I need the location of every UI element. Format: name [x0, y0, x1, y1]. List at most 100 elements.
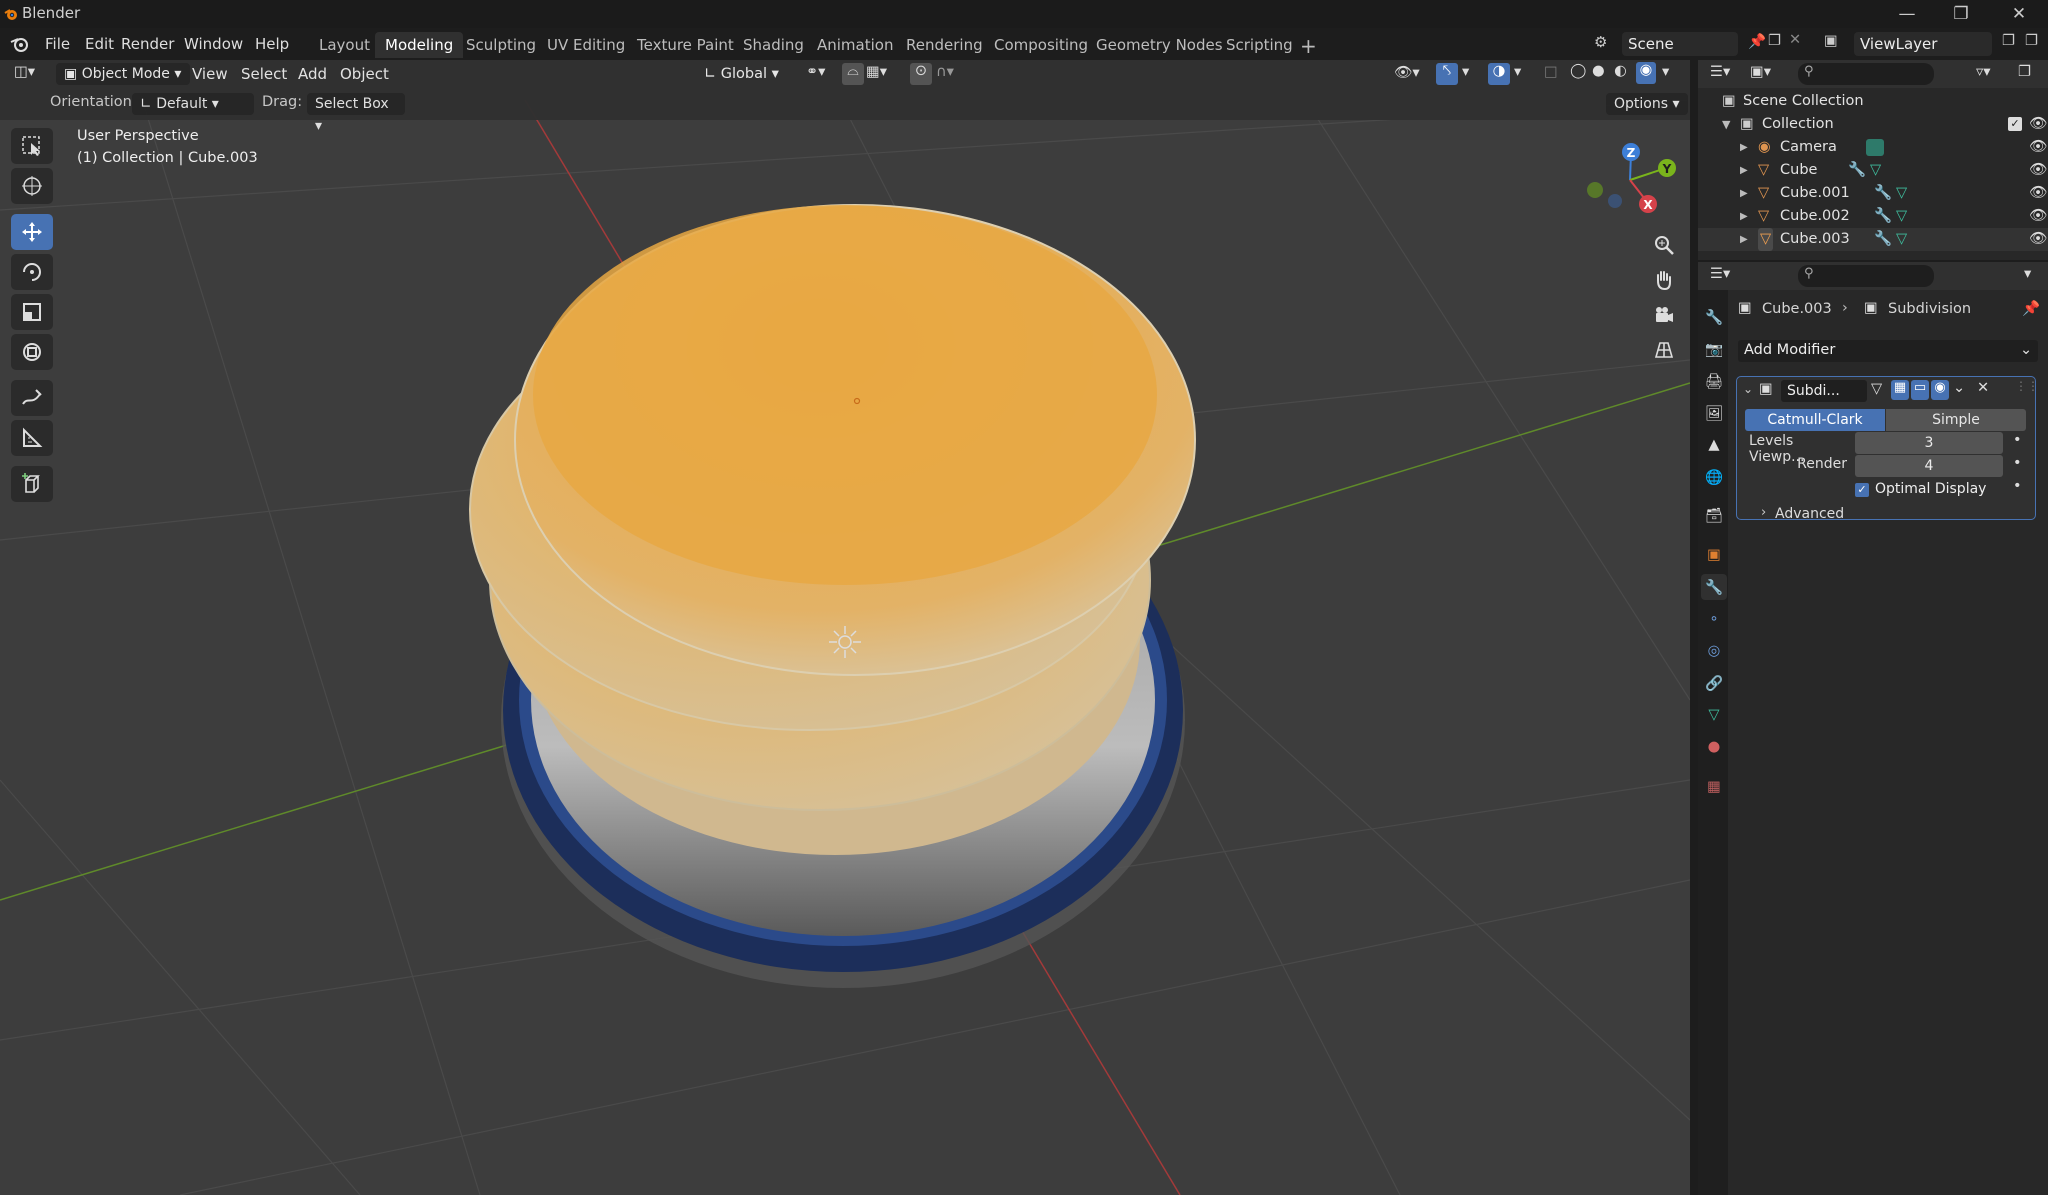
shading-rendered-icon[interactable]: ◉	[1636, 62, 1656, 84]
new-collection-icon[interactable]: ❐	[2018, 64, 2031, 80]
visibility-eye-icon[interactable]: 👁	[2029, 228, 2047, 251]
tab-shading[interactable]: Shading	[733, 32, 814, 58]
scene-name-field[interactable]: Scene	[1622, 32, 1738, 56]
tab-modeling[interactable]: Modeling	[375, 32, 464, 58]
modifier-wrench-icon[interactable]: 🔧	[1874, 182, 1892, 205]
viewport-toggle-icon[interactable]: ▭	[1911, 380, 1929, 400]
blender-menu-icon[interactable]	[10, 36, 30, 52]
transform-tool[interactable]	[11, 334, 53, 370]
outliner-row-scene-collection[interactable]: ▣ Scene Collection	[1698, 90, 2048, 113]
measure-tool[interactable]	[11, 420, 53, 456]
output-tab-icon[interactable]: 🖨	[1701, 368, 1727, 394]
add-cube-tool[interactable]	[11, 466, 53, 502]
visibility-eye-icon[interactable]: 👁	[2029, 136, 2047, 159]
cage-toggle-icon[interactable]: ▦	[1891, 380, 1909, 400]
view-layer-tab-icon[interactable]: 🖼	[1701, 400, 1727, 426]
expand-icon[interactable]: ▶	[1740, 205, 1748, 228]
ortho-toggle-icon[interactable]	[1647, 333, 1681, 367]
tab-uv-editing[interactable]: UV Editing	[537, 32, 635, 58]
outliner-search-input[interactable]: ⚲	[1798, 63, 1934, 85]
tab-sculpting[interactable]: Sculpting	[456, 32, 546, 58]
drag-dropdown[interactable]: Select Box ▾	[307, 93, 405, 134]
shading-wireframe-icon[interactable]: ◯	[1570, 63, 1586, 79]
restore-icon[interactable]: ❐	[1934, 0, 1988, 28]
object-tab-icon[interactable]: ▣	[1701, 542, 1727, 568]
tab-geometry-nodes[interactable]: Geometry Nodes	[1086, 32, 1233, 58]
navigation-gizmo[interactable]: Z Y X	[1575, 135, 1685, 225]
outliner-row-cube-001[interactable]: ▶ ▽ Cube.001 🔧 ▽ 👁	[1698, 182, 2048, 205]
gizmo-neg-y-axis[interactable]	[1587, 182, 1603, 198]
mesh-data-icon[interactable]: ▽	[1896, 205, 1907, 228]
expand-icon[interactable]: ▶	[1740, 136, 1748, 159]
minimize-icon[interactable]: —	[1880, 0, 1934, 28]
pan-hand-icon[interactable]	[1647, 263, 1681, 297]
exclude-checkbox[interactable]: ✓	[2008, 117, 2022, 131]
viewport-menu-add[interactable]: Add	[292, 62, 333, 86]
constraints-tab-icon[interactable]: 🔗	[1701, 670, 1727, 696]
add-workspace-icon[interactable]: +	[1300, 34, 1317, 58]
data-tab-icon[interactable]: ▽	[1701, 702, 1727, 728]
view-layer-selector[interactable]: ▣ ViewLayer ❐ ❐	[1820, 31, 2048, 57]
modifier-wrench-icon[interactable]: 🔧	[1874, 228, 1892, 251]
move-tool[interactable]	[11, 214, 53, 250]
outliner-row-collection[interactable]: ▼ ▣ Collection ✓ 👁	[1698, 113, 2048, 136]
shading-material-icon[interactable]: ◐	[1614, 63, 1627, 79]
modifier-wrench-icon[interactable]: 🔧	[1874, 205, 1892, 228]
pin-icon[interactable]: 📌	[1748, 33, 1766, 50]
menu-help[interactable]: Help	[248, 32, 296, 56]
collection-tab-icon[interactable]: 🗃	[1701, 502, 1727, 528]
scene-tab-icon[interactable]: ▲	[1701, 432, 1727, 458]
snap-toggle-icon[interactable]: ⌓	[842, 63, 864, 85]
xray-toggle-icon[interactable]: □	[1544, 64, 1558, 80]
mesh-data-icon[interactable]: ▽	[1870, 159, 1881, 182]
filter-icon[interactable]: ▿▾	[1976, 64, 1991, 80]
shading-solid-icon[interactable]: ●	[1592, 63, 1605, 79]
shading-dropdown-icon[interactable]: ▾	[1662, 64, 1669, 80]
scale-tool[interactable]	[11, 294, 53, 330]
menu-window[interactable]: Window	[177, 32, 250, 56]
viewport-scene[interactable]	[0, 60, 1690, 1195]
tab-layout[interactable]: Layout	[309, 32, 380, 58]
expand-icon[interactable]: ▶	[1740, 228, 1748, 251]
gizmo-toggle-icon[interactable]: ⤣	[1436, 63, 1458, 85]
properties-search-input[interactable]: ⚲	[1798, 265, 1934, 287]
add-modifier-button[interactable]: Add Modifier ⌄	[1738, 340, 2038, 362]
keyframe-dot-icon[interactable]: •	[2013, 455, 2022, 471]
3d-viewport[interactable]	[0, 60, 1690, 1195]
expand-icon[interactable]: ▶	[1740, 159, 1748, 182]
overlay-dropdown-icon[interactable]: ▾	[1514, 64, 1521, 80]
mesh-data-icon[interactable]: ▽	[1896, 228, 1907, 251]
viewport-menu-view[interactable]: View	[186, 62, 234, 86]
visibility-selectability-icon[interactable]: 👁▾	[1394, 64, 1420, 81]
levels-viewport-field[interactable]: 3	[1855, 432, 2003, 454]
tool-tab-icon[interactable]: 🔧	[1701, 304, 1727, 330]
drag-handle-icon[interactable]: ⋮⋮	[2015, 379, 2039, 393]
annotate-tool[interactable]	[11, 380, 53, 416]
remove-modifier-icon[interactable]: ✕	[1977, 380, 1989, 396]
rotate-tool[interactable]	[11, 254, 53, 290]
visibility-eye-icon[interactable]: 👁	[2029, 113, 2047, 136]
properties-editor-icon[interactable]: ☰▾	[1710, 266, 1730, 282]
advanced-subpanel-label[interactable]: Advanced	[1775, 506, 1844, 522]
modifier-menu-icon[interactable]: ⌄	[1953, 380, 1965, 396]
texture-tab-icon[interactable]: ▦	[1701, 774, 1727, 800]
particles-tab-icon[interactable]: ∘	[1701, 606, 1727, 632]
gizmo-neg-z-axis[interactable]	[1608, 194, 1622, 208]
close-icon[interactable]: ✕	[1992, 0, 2046, 28]
view-layer-name-field[interactable]: ViewLayer	[1854, 32, 1992, 56]
gizmo-dropdown-icon[interactable]: ▾	[1462, 64, 1469, 80]
render-toggle-icon[interactable]: ◉	[1931, 380, 1949, 400]
tab-texture-paint[interactable]: Texture Paint	[627, 32, 744, 58]
expand-icon[interactable]: ▶	[1740, 182, 1748, 205]
options-dropdown[interactable]: Options ▾	[1606, 93, 1688, 115]
collapse-icon[interactable]: ⌄	[1743, 382, 1753, 396]
pin-icon[interactable]: 📌	[2022, 300, 2040, 317]
tab-compositing[interactable]: Compositing	[984, 32, 1098, 58]
outliner-row-cube[interactable]: ▶ ▽ Cube 🔧 ▽ 👁	[1698, 159, 2048, 182]
render-levels-field[interactable]: 4	[1855, 455, 2003, 477]
keyframe-dot-icon[interactable]: •	[2013, 478, 2022, 494]
simple-button[interactable]: Simple	[1886, 409, 2026, 431]
transform-orientation-dropdown[interactable]: ∟ Global ▾	[704, 63, 796, 85]
scene-selector[interactable]: ⚙ Scene 📌 ❐ ✕	[1590, 31, 1808, 57]
visibility-eye-icon[interactable]: 👁	[2029, 205, 2047, 228]
